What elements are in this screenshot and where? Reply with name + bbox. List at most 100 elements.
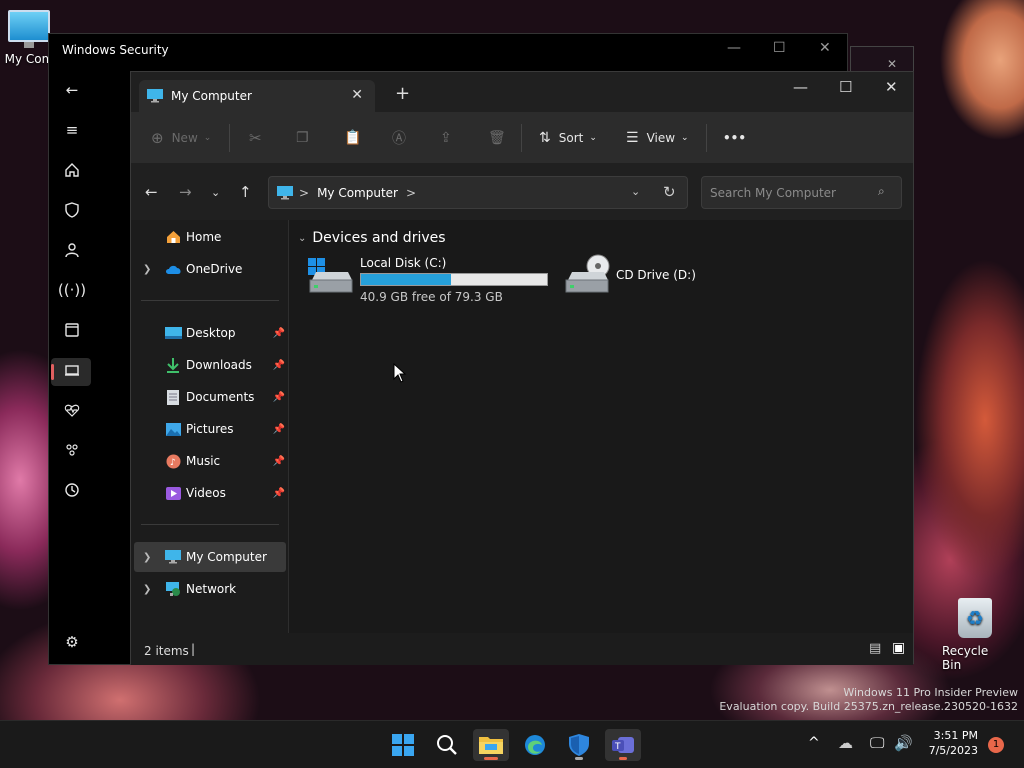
chevron-down-icon: ⌄ xyxy=(298,232,307,244)
edge-browser-button[interactable] xyxy=(517,729,553,761)
monitor-icon xyxy=(8,10,50,48)
computer-icon xyxy=(147,89,163,103)
rename-icon[interactable]: Ⓐ xyxy=(392,126,406,150)
wireless-icon[interactable]: ((·)) xyxy=(58,279,86,301)
recent-locations-chevron-icon[interactable]: ⌄ xyxy=(211,186,220,199)
back-arrow-icon[interactable]: ← xyxy=(145,183,158,201)
notification-badge[interactable]: 1 xyxy=(988,737,1004,753)
hard-drive-icon xyxy=(308,258,353,293)
back-arrow-icon[interactable]: ← xyxy=(61,79,83,101)
drive-usage-fill xyxy=(361,274,452,285)
file-explorer-taskbar-button[interactable] xyxy=(473,729,509,761)
minimize-button[interactable]: — xyxy=(793,78,808,96)
download-arrow-icon xyxy=(164,357,182,373)
laptop-icon[interactable] xyxy=(61,359,83,381)
chevron-right-icon[interactable]: ❯ xyxy=(143,264,151,275)
chevron-right-icon[interactable]: ❯ xyxy=(143,584,151,595)
up-arrow-icon[interactable]: ↑ xyxy=(239,183,252,201)
more-options-button[interactable]: ••• xyxy=(723,126,746,150)
tab-my-computer[interactable]: My Computer ✕ xyxy=(139,80,375,112)
address-history-chevron-icon[interactable]: ⌄ xyxy=(631,185,640,198)
navigation-pane: Home ❯ OneDrive Desktop 📌 Downloads 📌 Do… xyxy=(131,220,289,633)
drive-d[interactable]: CD Drive (D:) xyxy=(564,254,724,306)
nav-item-home[interactable]: Home xyxy=(131,224,289,250)
command-bar: ⊕ New ⌄ ✂ ❐ 📋 Ⓐ ⇪ 🗑 ⇅ Sort ⌄ ☰ View ⌄ ••… xyxy=(131,112,913,164)
address-bar[interactable]: > My Computer > ⌄ ↻ xyxy=(268,176,688,209)
maximize-button[interactable]: ☐ xyxy=(839,78,852,96)
settings-gear-icon[interactable]: ⚙ xyxy=(61,631,83,653)
history-icon[interactable] xyxy=(61,479,83,501)
close-button[interactable]: ✕ xyxy=(885,78,898,96)
forward-arrow-icon[interactable]: → xyxy=(179,183,192,201)
computer-icon xyxy=(164,549,182,565)
family-icon[interactable] xyxy=(61,439,83,461)
new-button[interactable]: ⊕ New ⌄ xyxy=(151,126,211,150)
new-tab-button[interactable]: + xyxy=(395,83,410,104)
video-icon xyxy=(164,485,182,501)
sort-button[interactable]: ⇅ Sort ⌄ xyxy=(539,126,597,150)
copy-icon[interactable]: ❐ xyxy=(296,126,309,150)
teams-button[interactable]: T xyxy=(605,729,641,761)
desktop-icon-recycle-bin[interactable]: ♻ Recycle Bin xyxy=(942,598,1008,672)
nav-item-documents[interactable]: Documents 📌 xyxy=(131,384,289,410)
breadcrumb-my-computer[interactable]: My Computer xyxy=(317,186,398,200)
tiles-view-icon[interactable]: ▣ xyxy=(892,640,905,656)
desktop-icon-label: My Com xyxy=(4,52,54,66)
nav-label: OneDrive xyxy=(186,262,243,276)
shield-icon[interactable] xyxy=(61,199,83,221)
nav-item-music[interactable]: ♪ Music 📌 xyxy=(131,448,289,474)
text-caret: | xyxy=(191,642,196,656)
close-button[interactable]: ✕ xyxy=(819,40,831,56)
group-header-devices[interactable]: ⌄ Devices and drives xyxy=(298,230,446,246)
search-box[interactable]: ⌕ xyxy=(701,176,902,209)
delete-icon[interactable]: 🗑 xyxy=(488,126,506,150)
pin-icon: 📌 xyxy=(272,391,285,403)
nav-item-onedrive[interactable]: ❯ OneDrive xyxy=(131,256,289,282)
tray-overflow-chevron-icon[interactable]: ^ xyxy=(808,735,820,751)
clock[interactable]: 3:51 PM 7/5/2023 xyxy=(922,728,978,758)
nav-item-downloads[interactable]: Downloads 📌 xyxy=(131,352,289,378)
mouse-cursor-icon xyxy=(393,363,407,383)
nav-label: Downloads xyxy=(186,358,252,372)
view-button[interactable]: ☰ View ⌄ xyxy=(626,126,689,150)
account-icon[interactable] xyxy=(61,239,83,261)
close-tab-icon[interactable]: ✕ xyxy=(351,87,363,103)
close-icon[interactable]: ✕ xyxy=(887,57,897,71)
share-icon[interactable]: ⇪ xyxy=(440,126,452,150)
nav-item-videos[interactable]: Videos 📌 xyxy=(131,480,289,506)
nav-label: Desktop xyxy=(186,326,236,340)
paste-icon[interactable]: 📋 xyxy=(344,126,361,150)
security-sidebar: ← ≡ ((·)) ⚙ xyxy=(49,74,95,664)
onedrive-offline-icon[interactable]: ☁ xyxy=(838,734,853,752)
onedrive-cloud-icon xyxy=(164,261,182,277)
drive-name: CD Drive (D:) xyxy=(616,268,696,282)
windows-security-taskbar-button[interactable] xyxy=(561,729,597,761)
desktop-icon-label: Recycle Bin xyxy=(942,644,989,672)
network-status-icon[interactable]: 🖵 xyxy=(870,734,884,752)
maximize-button[interactable]: ☐ xyxy=(773,40,786,56)
heart-pulse-icon[interactable] xyxy=(61,399,83,421)
nav-item-desktop[interactable]: Desktop 📌 xyxy=(131,320,289,346)
nav-item-my-computer[interactable]: ❯ My Computer xyxy=(134,542,286,572)
app-browser-icon[interactable] xyxy=(61,319,83,341)
document-icon xyxy=(164,389,182,405)
cut-icon[interactable]: ✂ xyxy=(249,126,262,150)
pin-icon: 📌 xyxy=(272,359,285,371)
search-icon[interactable] xyxy=(429,729,465,761)
volume-icon[interactable]: 🔊 xyxy=(894,734,913,752)
search-input[interactable] xyxy=(702,177,872,208)
network-icon xyxy=(164,581,182,597)
nav-label: Pictures xyxy=(186,422,234,436)
details-view-icon[interactable]: ▤ xyxy=(869,641,881,656)
search-icon[interactable]: ⌕ xyxy=(878,184,885,199)
chevron-right-icon[interactable]: ❯ xyxy=(143,552,151,563)
start-button[interactable] xyxy=(385,729,421,761)
menu-icon[interactable]: ≡ xyxy=(61,119,83,141)
home-icon[interactable] xyxy=(61,159,83,181)
address-row: ← → ⌄ ↑ > My Computer > ⌄ ↻ ⌕ xyxy=(131,164,913,220)
minimize-button[interactable]: — xyxy=(727,40,741,56)
nav-item-pictures[interactable]: Pictures 📌 xyxy=(131,416,289,442)
refresh-icon[interactable]: ↻ xyxy=(663,183,676,201)
nav-item-network[interactable]: ❯ Network xyxy=(131,576,289,602)
home-icon xyxy=(164,229,182,245)
